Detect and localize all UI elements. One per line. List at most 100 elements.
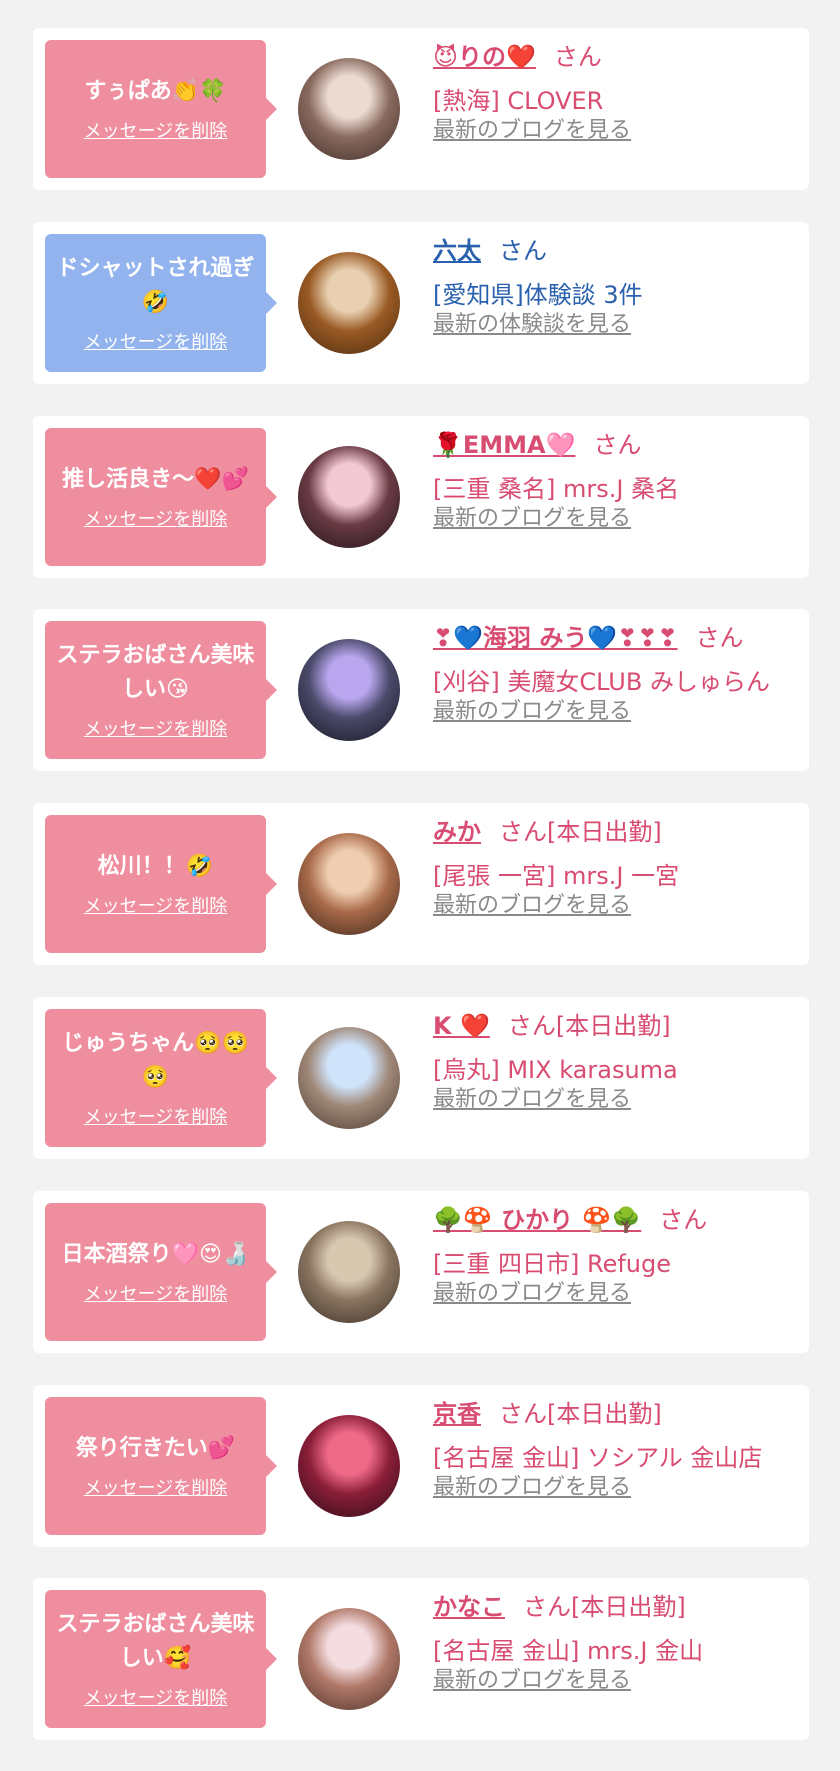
name-line: かなこ さん[本日出勤] [433, 1588, 803, 1626]
comment-bubble: 日本酒祭り🩷😍🍶 メッセージを削除 [45, 1203, 277, 1341]
comment-text: ステラおばさん美味しい🥰 [56, 1612, 255, 1671]
latest-post-link[interactable]: 最新のブログを見る [433, 1281, 631, 1306]
comment-bubble: すぅぱあ👏🍀 メッセージを削除 [45, 40, 277, 178]
shop-label: [烏丸] MIX karasuma [433, 1056, 678, 1084]
comment-bubble: ドシャットされ過ぎ🤣 メッセージを削除 [45, 234, 277, 372]
comment-bubble: じゅうちゃん🥺🥺🥺 メッセージを削除 [45, 1009, 277, 1147]
latest-post-link[interactable]: 最新のブログを見る [433, 118, 631, 143]
profile-name-link[interactable]: 六太 [433, 237, 481, 265]
name-line: 😈りの❤️ さん [433, 38, 803, 76]
profile-name-link[interactable]: 😈りの❤️ [433, 43, 536, 71]
message-card: 松川！！🤣 メッセージを削除 みか さん[本日出勤] [尾張 一宮] mrs.J 一宮最… [33, 803, 809, 965]
honorific-label: さん [553, 43, 602, 71]
shop-label: [刈谷] 美魔女CLUB みしゅらん [433, 668, 770, 696]
profile-info: かなこ さん[本日出勤] [名古屋 金山] mrs.J 金山 最新のブログを見る [433, 1588, 803, 1696]
delete-message-link[interactable]: メッセージを削除 [84, 1684, 228, 1710]
comment-bubble: 松川！！🤣 メッセージを削除 [45, 815, 277, 953]
delete-message-link[interactable]: メッセージを削除 [84, 1474, 228, 1500]
message-card: ドシャットされ過ぎ🤣 メッセージを削除 六太 さん [愛知県]体験談 3件 最新の体験談を… [33, 222, 809, 384]
message-card: すぅぱあ👏🍀 メッセージを削除 😈りの❤️ さん [熱海] CLOVER 最新のブログを見… [33, 28, 809, 190]
profile-info: ❣💙海羽 みう💙❣❣❣ さん [刈谷] 美魔女CLUB みしゅらん 最新のブログを見る [433, 619, 803, 727]
comment-bubble: ステラおばさん美味しい😘 メッセージを削除 [45, 621, 277, 759]
comment-text: 松川！！🤣 [97, 854, 214, 879]
avatar[interactable] [298, 1608, 400, 1710]
honorific-label: さん [659, 1206, 708, 1234]
latest-post-link[interactable]: 最新の体験談を見る [433, 312, 631, 337]
comment-text: じゅうちゃん🥺🥺🥺 [62, 1031, 249, 1090]
latest-post-link[interactable]: 最新のブログを見る [433, 893, 631, 918]
avatar[interactable] [298, 1221, 400, 1323]
honorific-label: さん [499, 237, 547, 265]
latest-post-link[interactable]: 最新のブログを見る [433, 1087, 631, 1112]
comment-text: ドシャットされ過ぎ🤣 [56, 256, 255, 315]
honorific-label: さん[本日出勤] [507, 1012, 671, 1040]
comment-bubble: ステラおばさん美味しい🥰 メッセージを削除 [45, 1590, 277, 1728]
shop-label: [名古屋 金山] mrs.J 金山 [433, 1637, 704, 1665]
avatar[interactable] [298, 1415, 400, 1517]
honorific-label: さん[本日出勤] [499, 1400, 662, 1428]
message-card: じゅうちゃん🥺🥺🥺 メッセージを削除 K ❤️ さん[本日出勤] [烏丸] MIX ka… [33, 997, 809, 1159]
message-card: 推し活良き〜❤️💕 メッセージを削除 🌹EMMA🩷 さん [三重 桑名] mrs.J 桑… [33, 416, 809, 578]
shop-label: [愛知県]体験談 3件 [433, 281, 643, 309]
avatar[interactable] [298, 833, 400, 935]
comment-text: すぅぱあ👏🍀 [84, 79, 227, 104]
profile-info: 六太 さん [愛知県]体験談 3件 最新の体験談を見る [433, 232, 803, 340]
profile-info: 😈りの❤️ さん [熱海] CLOVER 最新のブログを見る [433, 38, 803, 146]
comment-bubble: 推し活良き〜❤️💕 メッセージを削除 [45, 428, 277, 566]
profile-name-link[interactable]: みか [433, 818, 481, 846]
honorific-label: さん[本日出勤] [523, 1593, 686, 1621]
name-line: 🌳🍄 ひかり 🍄🌳 さん [433, 1201, 803, 1239]
latest-post-link[interactable]: 最新のブログを見る [433, 699, 631, 724]
profile-name-link[interactable]: 🌳🍄 ひかり 🍄🌳 [433, 1206, 641, 1234]
name-line: ❣💙海羽 みう💙❣❣❣ さん [433, 619, 803, 657]
profile-info: 🌹EMMA🩷 さん [三重 桑名] mrs.J 桑名 最新のブログを見る [433, 426, 803, 534]
delete-message-link[interactable]: メッセージを削除 [84, 505, 228, 531]
avatar[interactable] [298, 1027, 400, 1129]
name-line: 🌹EMMA🩷 さん [433, 426, 803, 464]
profile-name-link[interactable]: 京香 [433, 1400, 481, 1428]
honorific-label: さん [593, 431, 642, 459]
avatar[interactable] [298, 252, 400, 354]
comment-text: 祭り行きたい💕 [75, 1436, 236, 1461]
delete-message-link[interactable]: メッセージを削除 [84, 328, 228, 354]
profile-info: 京香 さん[本日出勤] [名古屋 金山] ソシアル 金山店 最新のブログを見る [433, 1395, 803, 1503]
latest-post-link[interactable]: 最新のブログを見る [433, 1475, 631, 1500]
honorific-label: さん [695, 624, 744, 652]
delete-message-link[interactable]: メッセージを削除 [84, 715, 228, 741]
profile-info: K ❤️ さん[本日出勤] [烏丸] MIX karasuma 最新のブログを見る [433, 1007, 803, 1115]
shop-label: [三重 桑名] mrs.J 桑名 [433, 475, 680, 503]
comment-text: 推し活良き〜❤️💕 [62, 467, 249, 492]
name-line: K ❤️ さん[本日出勤] [433, 1007, 803, 1045]
profile-name-link[interactable]: 🌹EMMA🩷 [433, 431, 576, 459]
profile-info: みか さん[本日出勤] [尾張 一宮] mrs.J 一宮 最新のブログを見る [433, 813, 803, 921]
message-card: ステラおばさん美味しい😘 メッセージを削除 ❣💙海羽 みう💙❣❣❣ さん [刈谷] 美魔… [33, 609, 809, 771]
message-card: 祭り行きたい💕 メッセージを削除 京香 さん[本日出勤] [名古屋 金山] ソシアル 金… [33, 1385, 809, 1547]
message-list: すぅぱあ👏🍀 メッセージを削除 😈りの❤️ さん [熱海] CLOVER 最新のブログを見… [0, 0, 840, 1771]
avatar[interactable] [298, 58, 400, 160]
comment-text: ステラおばさん美味しい😘 [56, 643, 255, 702]
delete-message-link[interactable]: メッセージを削除 [84, 892, 228, 918]
name-line: みか さん[本日出勤] [433, 813, 803, 851]
delete-message-link[interactable]: メッセージを削除 [84, 1280, 228, 1306]
shop-label: [名古屋 金山] ソシアル 金山店 [433, 1444, 763, 1472]
profile-name-link[interactable]: K ❤️ [433, 1012, 490, 1040]
avatar[interactable] [298, 446, 400, 548]
shop-label: [三重 四日市] Refuge [433, 1250, 672, 1278]
delete-message-link[interactable]: メッセージを削除 [84, 1103, 228, 1129]
delete-message-link[interactable]: メッセージを削除 [84, 117, 228, 143]
name-line: 六太 さん [433, 232, 803, 270]
shop-label: [熱海] CLOVER [433, 87, 604, 115]
shop-label: [尾張 一宮] mrs.J 一宮 [433, 862, 680, 890]
comment-bubble: 祭り行きたい💕 メッセージを削除 [45, 1397, 277, 1535]
profile-info: 🌳🍄 ひかり 🍄🌳 さん [三重 四日市] Refuge 最新のブログを見る [433, 1201, 803, 1309]
profile-name-link[interactable]: かなこ [433, 1593, 505, 1621]
latest-post-link[interactable]: 最新のブログを見る [433, 506, 631, 531]
message-card: ステラおばさん美味しい🥰 メッセージを削除 かなこ さん[本日出勤] [名古屋 金山] … [33, 1578, 809, 1740]
honorific-label: さん[本日出勤] [499, 818, 662, 846]
name-line: 京香 さん[本日出勤] [433, 1395, 803, 1433]
avatar[interactable] [298, 639, 400, 741]
latest-post-link[interactable]: 最新のブログを見る [433, 1668, 631, 1693]
message-card: 日本酒祭り🩷😍🍶 メッセージを削除 🌳🍄 ひかり 🍄🌳 さん [三重 四日市] Refu… [33, 1191, 809, 1353]
comment-text: 日本酒祭り🩷😍🍶 [61, 1242, 250, 1267]
profile-name-link[interactable]: ❣💙海羽 みう💙❣❣❣ [433, 624, 678, 652]
